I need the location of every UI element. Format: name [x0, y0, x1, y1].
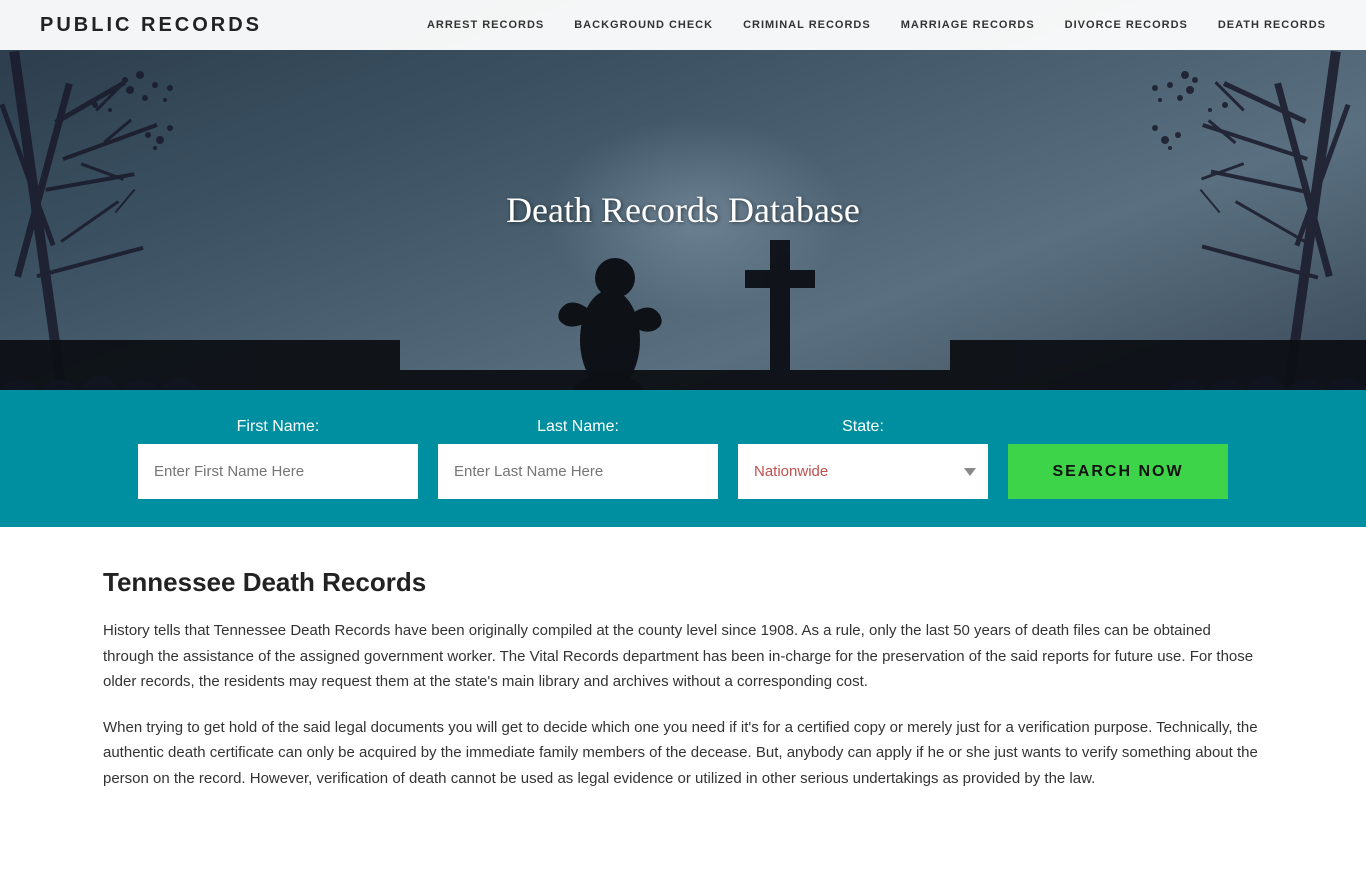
- logo[interactable]: PUBLIC RECORDS: [40, 14, 262, 37]
- header: PUBLIC RECORDS ARREST RECORDS BACKGROUND…: [0, 0, 1366, 50]
- last-name-label: Last Name:: [438, 418, 718, 436]
- content-paragraph-1: History tells that Tennessee Death Recor…: [103, 618, 1263, 695]
- nav-background-check[interactable]: BACKGROUND CHECK: [574, 19, 713, 31]
- content-section: Tennessee Death Records History tells th…: [53, 527, 1313, 871]
- state-select-wrapper: Nationwide Alabama Alaska Arizona Arkans…: [738, 444, 988, 499]
- first-name-input[interactable]: [138, 444, 418, 499]
- content-paragraph-2: When trying to get hold of the said lega…: [103, 715, 1263, 792]
- nav-death-records[interactable]: DEATH RECORDS: [1218, 19, 1326, 31]
- first-name-field: First Name:: [138, 418, 418, 499]
- state-select[interactable]: Nationwide Alabama Alaska Arizona Arkans…: [738, 444, 988, 499]
- nav-divorce-records[interactable]: DIVORCE RECORDS: [1065, 19, 1188, 31]
- first-name-label: First Name:: [138, 418, 418, 436]
- last-name-field: Last Name:: [438, 418, 718, 499]
- state-label: State:: [738, 418, 988, 436]
- search-bar: First Name: Last Name: State: Nationwide…: [0, 390, 1366, 527]
- nav-criminal-records[interactable]: CRIMINAL RECORDS: [743, 19, 871, 31]
- search-now-button[interactable]: SEARCH NOW: [1008, 444, 1228, 499]
- hero-section: Death Records Database: [0, 0, 1366, 390]
- content-heading: Tennessee Death Records: [103, 567, 1263, 598]
- nav: ARREST RECORDS BACKGROUND CHECK CRIMINAL…: [427, 19, 1326, 31]
- hero-title: Death Records Database: [506, 189, 860, 231]
- nav-arrest-records[interactable]: ARREST RECORDS: [427, 19, 544, 31]
- last-name-input[interactable]: [438, 444, 718, 499]
- nav-marriage-records[interactable]: MARRIAGE RECORDS: [901, 19, 1035, 31]
- state-field: State: Nationwide Alabama Alaska Arizona…: [738, 418, 988, 499]
